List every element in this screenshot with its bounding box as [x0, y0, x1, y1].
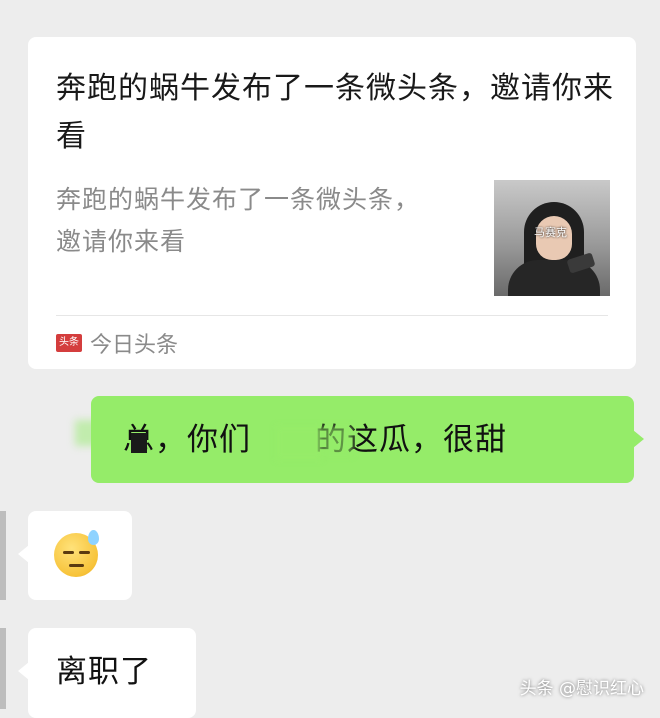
- toutiao-logo-icon: 头条: [56, 334, 82, 352]
- card-description: 奔跑的蜗牛发布了一条微头条，邀请你来看: [56, 185, 421, 256]
- card-divider: [56, 315, 608, 316]
- avatar-edge[interactable]: [0, 511, 6, 600]
- incoming-message-text: 离职了: [56, 654, 152, 690]
- thumbnail-caption: 马赛克: [534, 226, 567, 239]
- sweat-drop-icon: [88, 530, 99, 545]
- card-thumbnail: 马赛克: [494, 180, 610, 296]
- watermark: 头条 @慰识红心: [519, 679, 644, 699]
- card-title: 奔跑的蜗牛发布了一条微头条，邀请你来看: [56, 71, 614, 154]
- emoji-mouth: [69, 564, 84, 567]
- source-name: 今日头条: [90, 333, 179, 358]
- card-source: 头条 今日头条: [56, 325, 178, 361]
- outgoing-message-bubble[interactable]: 总，你们 的这瓜，很甜: [91, 396, 644, 483]
- avatar-edge[interactable]: [0, 628, 6, 709]
- sweat-expressionless-face-icon: [54, 530, 99, 577]
- emoji-eye: [63, 551, 74, 554]
- redaction-block: [131, 433, 147, 453]
- emoji-eye: [79, 551, 90, 554]
- blurred-region: [323, 426, 353, 456]
- blurred-region: [276, 426, 322, 460]
- incoming-message-bubble[interactable]: 离职了: [18, 628, 196, 718]
- shared-link-card[interactable]: 奔跑的蜗牛发布了一条微头条，邀请你来看 奔跑的蜗牛发布了一条微头条，邀请你来看 …: [28, 37, 636, 369]
- incoming-emoji-bubble[interactable]: [18, 511, 132, 600]
